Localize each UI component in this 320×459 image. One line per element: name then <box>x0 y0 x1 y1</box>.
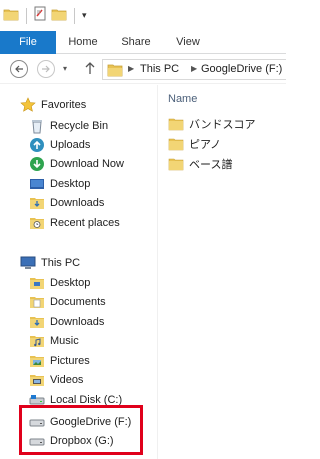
sidebar-item-label: Videos <box>50 373 84 386</box>
toolbar-divider <box>26 7 27 24</box>
tab-file[interactable]: File <box>0 31 56 54</box>
sidebar-item-downloads[interactable]: Downloads <box>29 193 104 212</box>
sidebar-item-recent-places[interactable]: Recent places <box>29 213 120 232</box>
column-header-name[interactable]: Name <box>168 93 197 105</box>
up-button[interactable] <box>84 60 96 79</box>
drive-icon <box>29 433 45 449</box>
folder-icon[interactable] <box>3 6 19 25</box>
sidebar-item-download-now[interactable]: Download Now <box>29 154 124 173</box>
file-name: ピアノ <box>189 138 222 151</box>
sidebar-item-desktop[interactable]: Desktop <box>29 174 90 193</box>
recycle-bin-icon <box>29 118 45 134</box>
sidebar-item-label: Recycle Bin <box>50 119 109 132</box>
list-item[interactable]: ピアノ <box>168 134 221 153</box>
recent-places-icon <box>29 215 45 231</box>
list-item[interactable]: バンドスコア <box>168 114 256 133</box>
sidebar-item-googledrive[interactable]: GoogleDrive (F:) <box>29 412 131 431</box>
sidebar-item-label: Documents <box>50 295 106 308</box>
sidebar-item-label: Local Disk (C:) <box>50 393 123 406</box>
sidebar-item-label: Uploads <box>50 138 91 151</box>
navigation-bar: ▾ ▶ This PC ▶ GoogleDrive (F:) <box>0 54 286 84</box>
address-bar[interactable]: ▶ This PC ▶ GoogleDrive (F:) <box>102 59 286 80</box>
favorites-label: Favorites <box>41 98 87 111</box>
sidebar-item-label: Desktop <box>50 177 91 190</box>
sidebar-item-label: Downloads <box>50 196 105 209</box>
downloads-folder-icon <box>29 314 45 330</box>
sidebar-item-pictures[interactable]: Pictures <box>29 351 90 370</box>
properties-icon[interactable] <box>32 6 48 25</box>
folder-icon <box>168 136 184 152</box>
sidebar-item-uploads[interactable]: Uploads <box>29 135 90 154</box>
computer-icon <box>20 255 36 271</box>
sidebar-item-dropbox[interactable]: Dropbox (G:) <box>29 431 114 450</box>
sidebar-item-label: Pictures <box>50 354 90 367</box>
sidebar-item-label: Dropbox (G:) <box>50 434 114 447</box>
this-pc-label: This PC <box>41 256 81 269</box>
folder-icon <box>168 156 184 172</box>
breadcrumb-separator[interactable]: ▶ <box>191 64 197 73</box>
pictures-folder-icon <box>29 353 45 369</box>
sidebar-item-label: Download Now <box>50 157 124 170</box>
favorites-header[interactable]: Favorites <box>20 95 86 114</box>
file-name: バンドスコア <box>189 118 256 131</box>
arrow-right-icon <box>42 65 50 73</box>
breadcrumb-separator[interactable]: ▶ <box>128 64 134 73</box>
sidebar-item-recycle-bin[interactable]: Recycle Bin <box>29 116 108 135</box>
sidebar-item-documents[interactable]: Documents <box>29 292 106 311</box>
file-list: Name バンドスコア ピアノ ベース譜 <box>158 85 286 459</box>
arrow-left-icon <box>15 65 23 73</box>
documents-folder-icon <box>29 294 45 310</box>
breadcrumb-googledrive[interactable]: GoogleDrive (F:) <box>201 63 282 75</box>
sidebar-item-videos[interactable]: Videos <box>29 370 83 389</box>
sidebar-item-local-disk[interactable]: Local Disk (C:) <box>29 390 122 409</box>
upload-icon <box>29 137 45 153</box>
sidebar-item-label: GoogleDrive (F:) <box>50 415 132 428</box>
desktop-folder-icon <box>29 275 45 291</box>
music-folder-icon <box>29 333 45 349</box>
navigation-pane: Favorites Recycle Bin Uploads Download N… <box>0 85 158 459</box>
desktop-icon <box>29 176 45 192</box>
local-disk-icon <box>29 392 45 408</box>
forward-button[interactable] <box>37 60 55 78</box>
tab-home[interactable]: Home <box>60 31 106 54</box>
star-icon <box>20 96 36 113</box>
new-folder-icon[interactable] <box>51 6 67 25</box>
sidebar-item-label: Recent places <box>50 216 120 229</box>
sidebar-item-label: Music <box>50 334 79 347</box>
sidebar-item-music[interactable]: Music <box>29 331 79 350</box>
customize-dropdown-icon[interactable]: ▾ <box>82 10 87 21</box>
quick-access-toolbar: ▾ <box>0 0 286 31</box>
toolbar-divider <box>74 7 75 24</box>
this-pc-header[interactable]: This PC <box>20 253 80 272</box>
sidebar-item-desktop-pc[interactable]: Desktop <box>29 273 90 292</box>
arrow-up-icon <box>85 62 95 74</box>
recent-locations-dropdown[interactable]: ▾ <box>63 64 67 73</box>
file-name: ベース譜 <box>189 158 233 171</box>
back-button[interactable] <box>10 60 28 78</box>
breadcrumb-this-pc[interactable]: This PC <box>140 63 179 75</box>
folder-icon <box>107 63 123 80</box>
download-now-icon <box>29 156 45 172</box>
sidebar-item-label: Downloads <box>50 315 105 328</box>
tab-share[interactable]: Share <box>114 31 158 54</box>
sidebar-item-label: Desktop <box>50 276 91 289</box>
tab-view[interactable]: View <box>166 31 210 54</box>
ribbon-tabs: File Home Share View <box>0 31 286 54</box>
videos-folder-icon <box>29 372 45 388</box>
sidebar-item-downloads-pc[interactable]: Downloads <box>29 312 104 331</box>
list-item[interactable]: ベース譜 <box>168 154 232 173</box>
folder-icon <box>168 116 184 132</box>
downloads-folder-icon <box>29 195 45 211</box>
drive-icon <box>29 414 45 430</box>
